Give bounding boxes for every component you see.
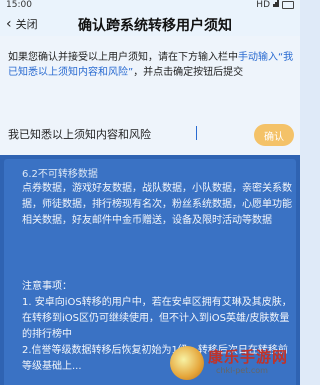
- confirm-form: 确认: [0, 111, 300, 155]
- section-heading-nontransferable: 6.2不可转移数据: [22, 169, 98, 180]
- status-bar: 15:00 HD: [0, 0, 300, 12]
- battery-icon: [282, 1, 294, 9]
- status-time: 15:00: [6, 0, 32, 10]
- section-heading-notes: 注意事项：: [22, 281, 72, 292]
- close-label: 关闭: [15, 18, 38, 31]
- close-button[interactable]: ‹ 关闭: [6, 16, 38, 32]
- text-caret: [196, 126, 197, 140]
- watermark-name: 康乐手游网: [208, 348, 289, 366]
- section-body-nontransferable: 点券数据，游戏好友数据，战队数据，小队数据，亲密关系数据，师徒数据，排行榜现有名…: [22, 183, 292, 226]
- watermark: 康乐手游网 chkl-pet.com: [170, 344, 298, 384]
- watermark-url: chkl-pet.com: [216, 366, 268, 375]
- notice-text-part1: 如果您确认并接受以上用户须知，请在下方输入栏中: [8, 52, 238, 63]
- notice-text-part2: ，并点击确定按钮后提交: [133, 67, 244, 78]
- chevron-left-icon: ‹: [6, 16, 12, 32]
- confirm-button[interactable]: 确认: [254, 124, 294, 146]
- network-label: HD: [256, 0, 270, 10]
- status-indicators: HD: [256, 0, 294, 10]
- watermark-logo-icon: [170, 346, 204, 380]
- signal-icon: [273, 0, 279, 10]
- page-title: 确认跨系统转移用户须知: [78, 18, 232, 34]
- notice-text: 如果您确认并接受以上用户须知，请在下方输入栏中手动输入“我已知悉以上须知内容和风…: [8, 50, 296, 80]
- notice-panel: 如果您确认并接受以上用户须知，请在下方输入栏中手动输入“我已知悉以上须知内容和风…: [0, 36, 300, 111]
- confirm-text-input[interactable]: [8, 123, 228, 145]
- top-bar: ‹ 关闭 确认跨系统转移用户须知: [0, 12, 300, 36]
